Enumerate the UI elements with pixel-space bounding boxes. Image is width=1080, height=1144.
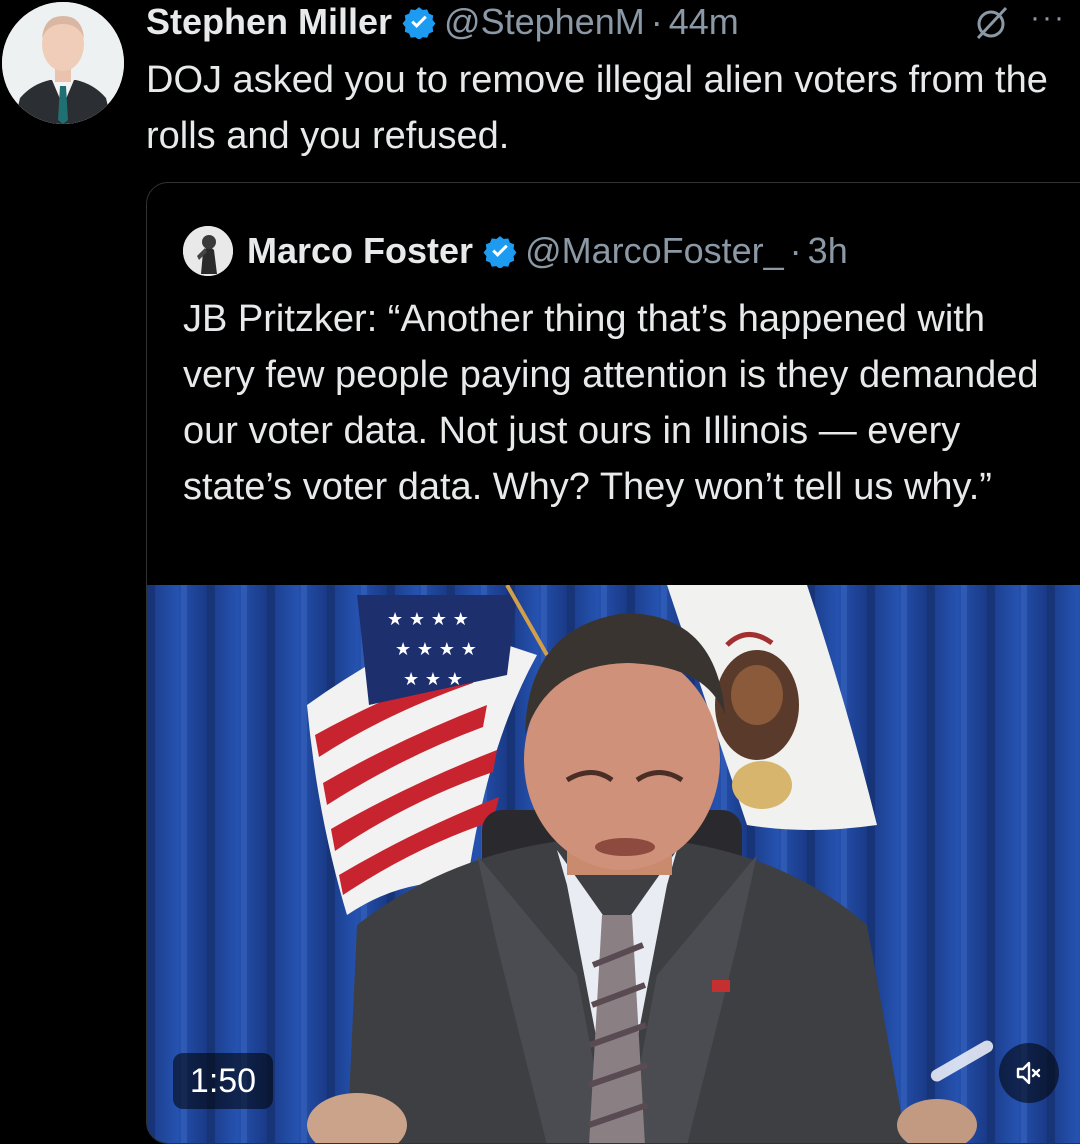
video-duration: 1:50 [173, 1053, 273, 1109]
svg-text:★ ★ ★: ★ ★ ★ [403, 669, 463, 690]
video-frame: ★ ★ ★ ★ ★ ★ ★ ★ ★ ★ ★ [147, 585, 1080, 1143]
quoted-author-handle[interactable]: @MarcoFoster_ [525, 230, 784, 272]
more-icon[interactable]: ··· [1030, 3, 1066, 33]
quoted-author-avatar[interactable] [183, 226, 233, 276]
quoted-tweet-header: Marco Foster @MarcoFoster_ · 3h [183, 225, 848, 277]
quoted-author-name[interactable]: Marco Foster [247, 230, 473, 272]
tweet-header: Stephen Miller @StephenM · 44m [146, 0, 739, 44]
meta-separator: · [789, 230, 802, 271]
author-avatar[interactable] [2, 2, 124, 124]
meta-separator: · [650, 1, 663, 42]
tweet-time[interactable]: 44m [669, 1, 739, 43]
quoted-tweet-card[interactable]: Marco Foster @MarcoFoster_ · 3h JB Pritz… [146, 182, 1080, 1144]
speaker-muted-icon[interactable] [999, 1043, 1059, 1103]
author-name[interactable]: Stephen Miller [146, 1, 392, 43]
author-handle[interactable]: @StephenM [444, 1, 645, 43]
video-player[interactable]: ★ ★ ★ ★ ★ ★ ★ ★ ★ ★ ★ 1:50 [147, 585, 1080, 1143]
verified-badge-icon [402, 7, 436, 39]
svg-text:★ ★ ★ ★: ★ ★ ★ ★ [395, 639, 477, 660]
verified-badge-icon [483, 236, 517, 268]
grok-icon[interactable] [972, 2, 1012, 42]
svg-text:★ ★ ★ ★: ★ ★ ★ ★ [387, 609, 469, 630]
quoted-tweet-time[interactable]: 3h [808, 230, 848, 272]
quoted-tweet-text: JB Pritzker: “Another thing that’s happe… [183, 298, 1039, 508]
tweet-text: DOJ asked you to remove illegal alien vo… [146, 59, 1048, 157]
